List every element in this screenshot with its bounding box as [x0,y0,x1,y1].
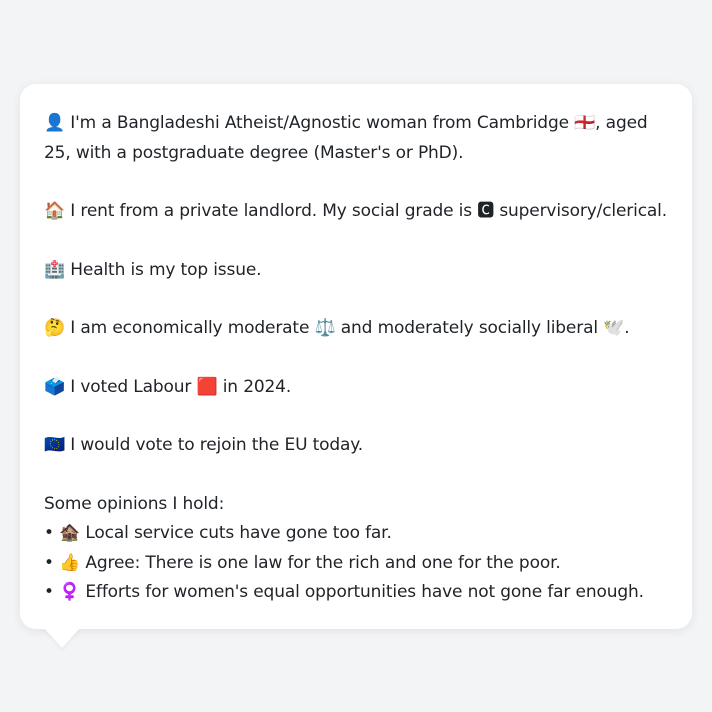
eu-text: 🇪🇺 I would vote to rejoin the EU today. [44,435,364,455]
opinion-item: • 🏚️ Local service cuts have gone too fa… [44,523,392,543]
opinions-section: Some opinions I hold: • 🏚️ Local service… [44,490,668,608]
opinions-heading: Some opinions I hold: [44,493,225,514]
intro-text: 👤 I'm a Bangladeshi Atheist/Agnostic wom… [44,113,648,163]
top-issue-text: 🏥 Health is my top issue. [44,259,262,280]
opinion-item: • ♀️ Efforts for women's equal opportuni… [44,582,644,602]
opinion-item: • 👍 Agree: There is one law for the rich… [44,552,561,573]
message-bubble: 👤 I'm a Bangladeshi Atheist/Agnostic wom… [20,84,692,629]
ideology-text: 🤔 I am economically moderate ⚖️ and mode… [44,318,630,338]
bubble-tail [44,628,80,648]
opinions-list: • 🏚️ Local service cuts have gone too fa… [44,519,668,608]
vote-text: 🗳️ I voted Labour 🟥 in 2024. [44,376,292,397]
housing-text: 🏠 I rent from a private landlord. My soc… [44,201,667,221]
